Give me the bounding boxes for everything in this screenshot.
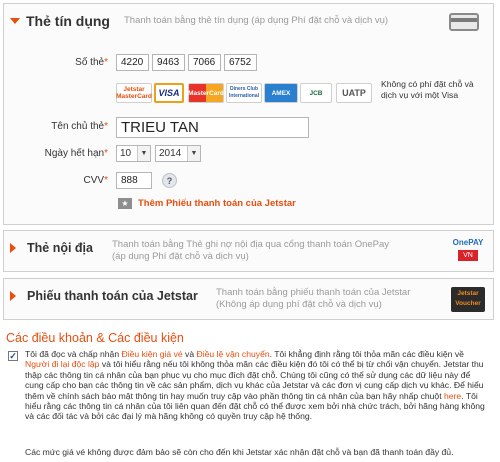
privacy-here-link[interactable]: here bbox=[444, 391, 461, 401]
visa-fee-note: Không có phí đặt chỗ và dịch vụ với một … bbox=[381, 79, 474, 100]
amex-logo: AMEX bbox=[264, 83, 298, 103]
domestic-card-header: Thẻ nội địa bbox=[10, 241, 93, 255]
credit-card-description: Thanh toán bằng thẻ tín dụng (áp dụng Ph… bbox=[123, 15, 389, 26]
card-number-field-3[interactable]: 7066 bbox=[188, 54, 221, 71]
voucher-panel[interactable]: Phiếu thanh toán của Jetstar Thanh toán … bbox=[3, 278, 494, 320]
expiry-year-select[interactable]: 2014 ▼ bbox=[155, 145, 201, 162]
voucher-header: Phiếu thanh toán của Jetstar bbox=[10, 289, 198, 303]
card-holder-input[interactable]: TRIEU TAN bbox=[116, 117, 309, 138]
collapsed-arrow-icon bbox=[10, 243, 21, 253]
mastercard-logo: MasterCard bbox=[188, 83, 224, 103]
add-voucher-label: Thêm Phiếu thanh toán của Jetstar bbox=[138, 198, 296, 209]
terms-paragraph: Tôi đã đọc và chấp nhận Điều kiện giá vé… bbox=[25, 349, 485, 422]
conditions-of-carriage-link[interactable]: Điều lệ vận chuyển bbox=[197, 349, 270, 359]
accept-terms-checkbox[interactable]: ✓ bbox=[8, 351, 18, 361]
chevron-down-icon: ▼ bbox=[187, 146, 200, 161]
card-holder-label: Tên chủ thẻ* bbox=[51, 121, 108, 132]
add-star-icon: ★ bbox=[118, 198, 132, 209]
domestic-card-title: Thẻ nội địa bbox=[27, 241, 93, 255]
jcb-logo: JCB bbox=[300, 83, 332, 103]
voucher-description: Thanh toán bằng phiếu thanh toán của Jet… bbox=[216, 287, 411, 310]
expanded-arrow-icon bbox=[10, 18, 20, 24]
credit-card-icon bbox=[449, 13, 479, 31]
chevron-down-icon: ▼ bbox=[137, 146, 150, 161]
credit-card-title: Thẻ tín dụng bbox=[26, 13, 110, 29]
expiry-month-select[interactable]: 10 ▼ bbox=[116, 145, 151, 162]
collapsed-arrow-icon bbox=[10, 291, 21, 301]
card-number-label: Số thẻ* bbox=[75, 57, 108, 68]
terms-section: Các điều khoản & Các điều kiện bbox=[6, 331, 492, 345]
expiry-month-value: 10 bbox=[120, 148, 132, 159]
diners-club-logo: Diners Club International bbox=[226, 83, 262, 103]
cvv-help-icon[interactable]: ? bbox=[162, 173, 177, 188]
fare-guarantee-note: Các mức giá vé không được đảm bảo sẽ còn… bbox=[25, 447, 454, 457]
fare-conditions-link[interactable]: Điều kiện giá vé bbox=[122, 349, 183, 359]
uatp-logo: UATP bbox=[336, 83, 372, 103]
onepay-logo-text: OnePAY bbox=[452, 238, 484, 247]
credit-card-panel: Thẻ tín dụng Thanh toán bằng thẻ tín dụn… bbox=[3, 3, 494, 225]
card-number-field-2[interactable]: 9463 bbox=[152, 54, 185, 71]
independent-traveller-link[interactable]: Người đi lại độc lập bbox=[25, 359, 99, 369]
card-number-field-4[interactable]: 6752 bbox=[224, 54, 257, 71]
add-voucher-link[interactable]: ★ Thêm Phiếu thanh toán của Jetstar bbox=[118, 198, 296, 209]
onepay-logo: OnePAY VN bbox=[450, 237, 486, 267]
visa-logo: VISA bbox=[154, 83, 184, 103]
domestic-card-description: Thanh toán bằng Thẻ ghi nợ nội địa qua c… bbox=[112, 239, 390, 262]
jetstar-voucher-logo: Jetstar Voucher bbox=[451, 287, 485, 312]
voucher-title: Phiếu thanh toán của Jetstar bbox=[27, 289, 198, 303]
card-number-field-1[interactable]: 4220 bbox=[116, 54, 149, 71]
jetstar-mastercard-logo: Jetstar MasterCard bbox=[116, 83, 152, 103]
domestic-card-panel[interactable]: Thẻ nội địa Thanh toán bằng Thẻ ghi nợ n… bbox=[3, 230, 494, 272]
credit-card-header[interactable]: Thẻ tín dụng Thanh toán bằng thẻ tín dụn… bbox=[10, 8, 388, 34]
cvv-input[interactable]: 888 bbox=[116, 172, 152, 189]
cvv-label: CVV* bbox=[83, 175, 108, 186]
onepay-logo-subtext: VN bbox=[458, 250, 478, 261]
terms-title: Các điều khoản & Các điều kiện bbox=[6, 331, 184, 345]
expiry-label: Ngày hết hạn* bbox=[44, 148, 108, 159]
expiry-year-value: 2014 bbox=[159, 148, 182, 159]
